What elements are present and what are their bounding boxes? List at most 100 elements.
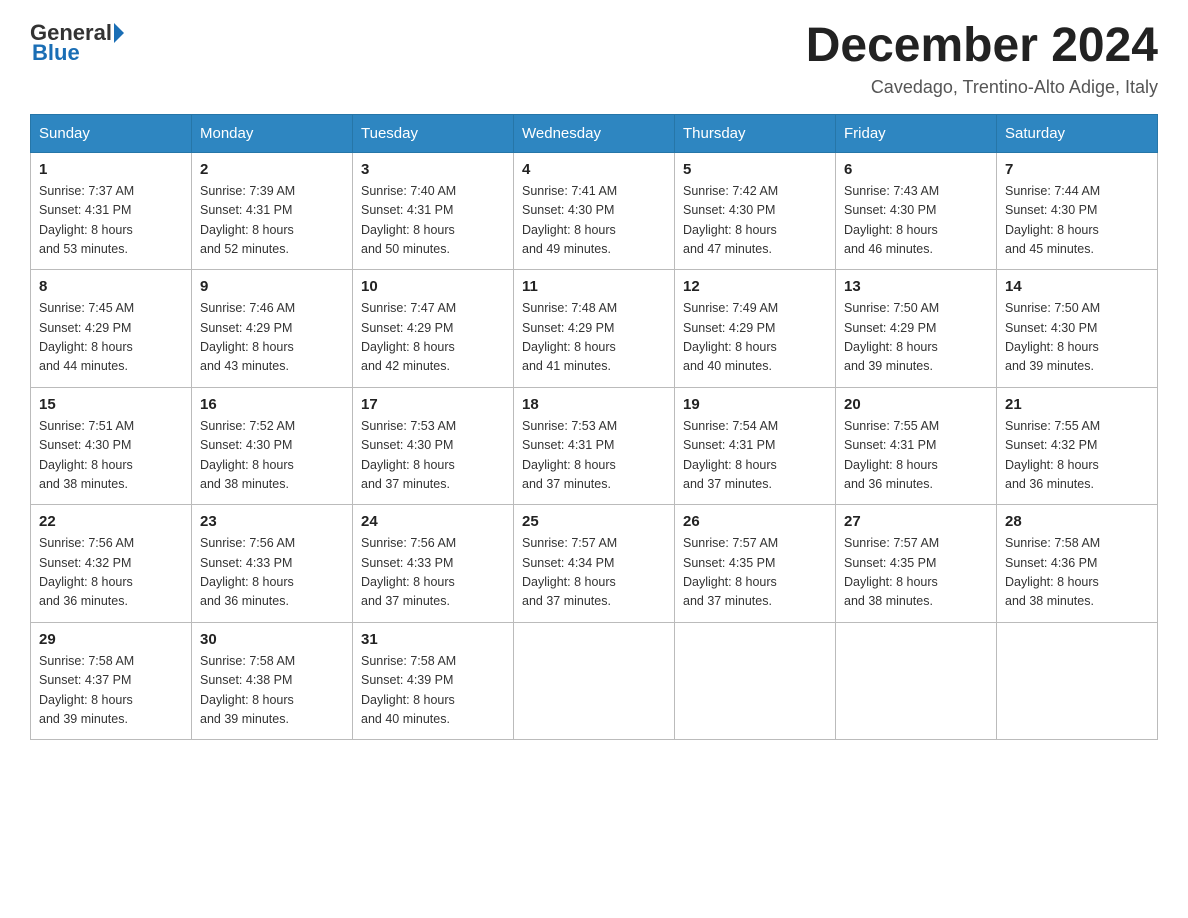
logo-arrow-icon xyxy=(114,23,124,43)
calendar-table: SundayMondayTuesdayWednesdayThursdayFrid… xyxy=(30,114,1158,741)
calendar-cell xyxy=(836,622,997,740)
calendar-week-row: 29 Sunrise: 7:58 AMSunset: 4:37 PMDayligh… xyxy=(31,622,1158,740)
calendar-cell: 6 Sunrise: 7:43 AMSunset: 4:30 PMDaylight… xyxy=(836,152,997,270)
calendar-week-row: 15 Sunrise: 7:51 AMSunset: 4:30 PMDayligh… xyxy=(31,387,1158,505)
calendar-cell: 25 Sunrise: 7:57 AMSunset: 4:34 PMDayligh… xyxy=(514,505,675,623)
calendar-cell: 26 Sunrise: 7:57 AMSunset: 4:35 PMDayligh… xyxy=(675,505,836,623)
day-info: Sunrise: 7:39 AMSunset: 4:31 PMDaylight:… xyxy=(200,182,344,260)
calendar-cell: 24 Sunrise: 7:56 AMSunset: 4:33 PMDayligh… xyxy=(353,505,514,623)
day-info: Sunrise: 7:43 AMSunset: 4:30 PMDaylight:… xyxy=(844,182,988,260)
calendar-cell: 28Sunrise: 7:58 AMSunset: 4:36 PMDayligh… xyxy=(997,505,1158,623)
calendar-cell: 11Sunrise: 7:48 AMSunset: 4:29 PMDayligh… xyxy=(514,270,675,388)
day-info: Sunrise: 7:58 AMSunset: 4:37 PMDaylight:… xyxy=(39,652,183,730)
day-number: 2 xyxy=(200,161,344,178)
day-of-week-header: Thursday xyxy=(675,114,836,152)
calendar-cell: 22 Sunrise: 7:56 AMSunset: 4:32 PMDayligh… xyxy=(31,505,192,623)
day-number: 24 xyxy=(361,513,505,530)
day-number: 28 xyxy=(1005,513,1149,530)
day-of-week-header: Friday xyxy=(836,114,997,152)
day-number: 18 xyxy=(522,396,666,413)
day-number: 14 xyxy=(1005,278,1149,295)
day-info: Sunrise: 7:45 AMSunset: 4:29 PMDaylight:… xyxy=(39,299,183,377)
day-number: 22 xyxy=(39,513,183,530)
logo-blue-text: Blue xyxy=(32,40,80,65)
calendar-cell: 8 Sunrise: 7:45 AMSunset: 4:29 PMDaylight… xyxy=(31,270,192,388)
day-info: Sunrise: 7:49 AMSunset: 4:29 PMDaylight:… xyxy=(683,299,827,377)
day-info: Sunrise: 7:52 AMSunset: 4:30 PMDaylight:… xyxy=(200,417,344,495)
day-info: Sunrise: 7:57 AMSunset: 4:35 PMDaylight:… xyxy=(844,534,988,612)
day-number: 16 xyxy=(200,396,344,413)
calendar-cell: 3Sunrise: 7:40 AMSunset: 4:31 PMDaylight… xyxy=(353,152,514,270)
calendar-cell: 16 Sunrise: 7:52 AMSunset: 4:30 PMDayligh… xyxy=(192,387,353,505)
day-number: 6 xyxy=(844,161,988,178)
day-info: Sunrise: 7:41 AMSunset: 4:30 PMDaylight:… xyxy=(522,182,666,260)
day-number: 19 xyxy=(683,396,827,413)
calendar-cell xyxy=(514,622,675,740)
day-info: Sunrise: 7:47 AMSunset: 4:29 PMDaylight:… xyxy=(361,299,505,377)
calendar-cell: 5Sunrise: 7:42 AMSunset: 4:30 PMDaylight… xyxy=(675,152,836,270)
day-number: 31 xyxy=(361,631,505,648)
calendar-cell: 4Sunrise: 7:41 AMSunset: 4:30 PMDaylight… xyxy=(514,152,675,270)
day-number: 29 xyxy=(39,631,183,648)
month-title: December 2024 xyxy=(806,20,1158,73)
calendar-cell: 23 Sunrise: 7:56 AMSunset: 4:33 PMDayligh… xyxy=(192,505,353,623)
day-number: 23 xyxy=(200,513,344,530)
day-info: Sunrise: 7:56 AMSunset: 4:32 PMDaylight:… xyxy=(39,534,183,612)
day-info: Sunrise: 7:56 AMSunset: 4:33 PMDaylight:… xyxy=(200,534,344,612)
calendar-cell xyxy=(675,622,836,740)
day-info: Sunrise: 7:37 AMSunset: 4:31 PMDaylight:… xyxy=(39,182,183,260)
day-info: Sunrise: 7:50 AMSunset: 4:29 PMDaylight:… xyxy=(844,299,988,377)
calendar-cell: 14 Sunrise: 7:50 AMSunset: 4:30 PMDayligh… xyxy=(997,270,1158,388)
day-number: 20 xyxy=(844,396,988,413)
calendar-cell: 9 Sunrise: 7:46 AMSunset: 4:29 PMDaylight… xyxy=(192,270,353,388)
day-info: Sunrise: 7:48 AMSunset: 4:29 PMDaylight:… xyxy=(522,299,666,377)
day-info: Sunrise: 7:54 AMSunset: 4:31 PMDaylight:… xyxy=(683,417,827,495)
calendar-cell: 2 Sunrise: 7:39 AMSunset: 4:31 PMDaylight… xyxy=(192,152,353,270)
day-number: 30 xyxy=(200,631,344,648)
day-info: Sunrise: 7:53 AMSunset: 4:31 PMDaylight:… xyxy=(522,417,666,495)
day-of-week-header: Sunday xyxy=(31,114,192,152)
logo: General Blue xyxy=(30,20,126,66)
calendar-cell: 31 Sunrise: 7:58 AMSunset: 4:39 PMDayligh… xyxy=(353,622,514,740)
day-number: 13 xyxy=(844,278,988,295)
day-number: 25 xyxy=(522,513,666,530)
day-info: Sunrise: 7:50 AMSunset: 4:30 PMDaylight:… xyxy=(1005,299,1149,377)
day-info: Sunrise: 7:55 AMSunset: 4:32 PMDaylight:… xyxy=(1005,417,1149,495)
day-number: 9 xyxy=(200,278,344,295)
day-number: 10 xyxy=(361,278,505,295)
day-number: 27 xyxy=(844,513,988,530)
day-number: 1 xyxy=(39,161,183,178)
day-info: Sunrise: 7:56 AMSunset: 4:33 PMDaylight:… xyxy=(361,534,505,612)
calendar-cell: 20Sunrise: 7:55 AMSunset: 4:31 PMDayligh… xyxy=(836,387,997,505)
day-info: Sunrise: 7:58 AMSunset: 4:39 PMDaylight:… xyxy=(361,652,505,730)
day-of-week-header: Saturday xyxy=(997,114,1158,152)
calendar-header-row: SundayMondayTuesdayWednesdayThursdayFrid… xyxy=(31,114,1158,152)
calendar-cell: 30Sunrise: 7:58 AMSunset: 4:38 PMDayligh… xyxy=(192,622,353,740)
day-number: 15 xyxy=(39,396,183,413)
calendar-cell: 1 Sunrise: 7:37 AMSunset: 4:31 PMDaylight… xyxy=(31,152,192,270)
day-info: Sunrise: 7:40 AMSunset: 4:31 PMDaylight:… xyxy=(361,182,505,260)
calendar-cell: 12 Sunrise: 7:49 AMSunset: 4:29 PMDayligh… xyxy=(675,270,836,388)
day-info: Sunrise: 7:42 AMSunset: 4:30 PMDaylight:… xyxy=(683,182,827,260)
calendar-cell: 27 Sunrise: 7:57 AMSunset: 4:35 PMDayligh… xyxy=(836,505,997,623)
calendar-cell: 17Sunrise: 7:53 AMSunset: 4:30 PMDayligh… xyxy=(353,387,514,505)
calendar-cell: 10 Sunrise: 7:47 AMSunset: 4:29 PMDayligh… xyxy=(353,270,514,388)
calendar-cell: 13 Sunrise: 7:50 AMSunset: 4:29 PMDayligh… xyxy=(836,270,997,388)
day-number: 12 xyxy=(683,278,827,295)
day-of-week-header: Wednesday xyxy=(514,114,675,152)
calendar-week-row: 1 Sunrise: 7:37 AMSunset: 4:31 PMDaylight… xyxy=(31,152,1158,270)
day-info: Sunrise: 7:46 AMSunset: 4:29 PMDaylight:… xyxy=(200,299,344,377)
location-subtitle: Cavedago, Trentino-Alto Adige, Italy xyxy=(806,77,1158,98)
day-info: Sunrise: 7:57 AMSunset: 4:35 PMDaylight:… xyxy=(683,534,827,612)
day-info: Sunrise: 7:57 AMSunset: 4:34 PMDaylight:… xyxy=(522,534,666,612)
day-number: 17 xyxy=(361,396,505,413)
day-info: Sunrise: 7:44 AMSunset: 4:30 PMDaylight:… xyxy=(1005,182,1149,260)
calendar-cell: 18 Sunrise: 7:53 AMSunset: 4:31 PMDayligh… xyxy=(514,387,675,505)
day-number: 26 xyxy=(683,513,827,530)
day-of-week-header: Monday xyxy=(192,114,353,152)
day-number: 21 xyxy=(1005,396,1149,413)
calendar-cell xyxy=(997,622,1158,740)
day-info: Sunrise: 7:51 AMSunset: 4:30 PMDaylight:… xyxy=(39,417,183,495)
calendar-cell: 19 Sunrise: 7:54 AMSunset: 4:31 PMDayligh… xyxy=(675,387,836,505)
day-number: 8 xyxy=(39,278,183,295)
